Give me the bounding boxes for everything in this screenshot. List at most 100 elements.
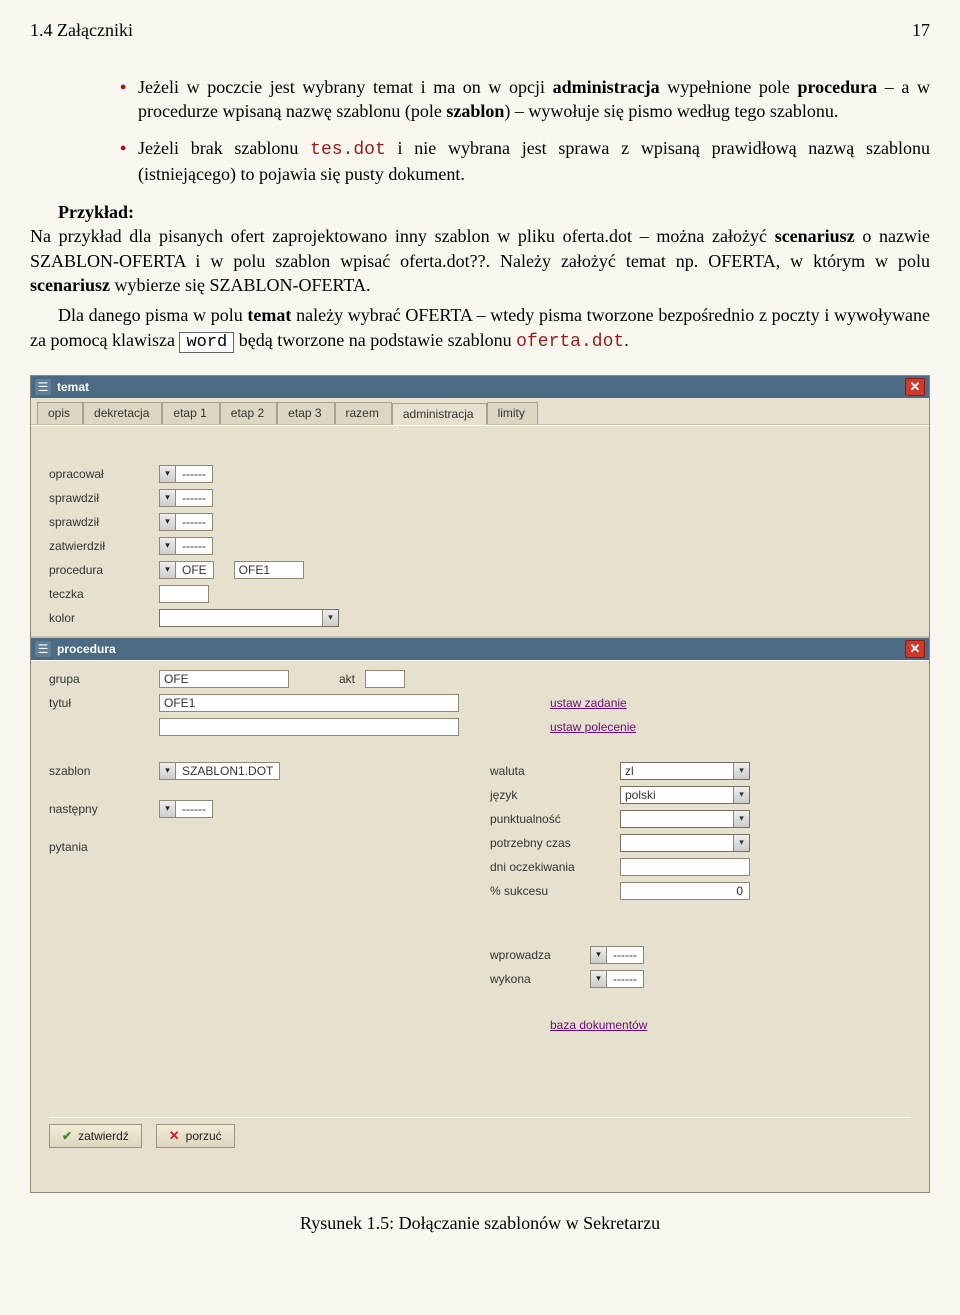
- combo-procedura[interactable]: OFE: [159, 561, 214, 579]
- label-sprawdzil2: sprawdził: [49, 515, 159, 529]
- bold: scenariusz: [775, 226, 855, 246]
- label-sprawdzil1: sprawdził: [49, 491, 159, 505]
- text: OFE: [164, 672, 189, 686]
- input-procedura2[interactable]: OFE1: [234, 561, 304, 579]
- combo-nastepny[interactable]: ------: [159, 800, 213, 818]
- chevron-down-icon: [322, 610, 338, 626]
- input-grupa[interactable]: OFE: [159, 670, 289, 688]
- chevron-down-icon: [733, 787, 749, 803]
- combo-wprowadza[interactable]: ------: [590, 946, 644, 964]
- text: 0: [736, 884, 743, 898]
- select-kolor[interactable]: [159, 609, 339, 627]
- chevron-down-icon: [591, 947, 607, 963]
- button-row: ✔ zatwierdź ✕ porzuć: [49, 1117, 911, 1148]
- combo-opracowal[interactable]: ------: [159, 465, 213, 483]
- text: zatwierdź: [78, 1129, 129, 1143]
- word-key: word: [179, 332, 234, 353]
- tab-dekretacja[interactable]: dekretacja: [83, 402, 162, 424]
- label-jezyk: język: [490, 788, 620, 802]
- bullet-item-2: Jeżeli brak szablonu tes.dot i nie wybra…: [120, 136, 930, 187]
- label-czas: potrzebny czas: [490, 836, 620, 850]
- procedura-title: procedura: [57, 642, 116, 656]
- chevron-down-icon: [160, 763, 176, 779]
- combo-sprawdzil2[interactable]: ------: [159, 513, 213, 531]
- label-dni: dni oczekiwania: [490, 860, 620, 874]
- combo-szablon[interactable]: SZABLON1.DOT: [159, 762, 280, 780]
- label-teczka: teczka: [49, 587, 159, 601]
- input-akt[interactable]: [365, 670, 405, 688]
- procedura-window: ☰ procedura ✕ grupa OFE akt: [31, 636, 929, 1170]
- figure-caption: Rysunek 1.5: Dołączanie szablonów w Sekr…: [30, 1213, 930, 1234]
- label-waluta: waluta: [490, 764, 620, 778]
- tab-etap3[interactable]: etap 3: [277, 402, 334, 424]
- bold: scenariusz: [30, 275, 110, 295]
- chevron-down-icon: [160, 538, 176, 554]
- combo-wykona[interactable]: ------: [590, 970, 644, 988]
- page-number: 17: [912, 20, 930, 41]
- select-waluta[interactable]: zl: [620, 762, 750, 780]
- label-sukces: % sukcesu: [490, 884, 620, 898]
- procedura-titlebar: ☰ procedura ✕: [31, 638, 929, 660]
- label-akt: akt: [339, 672, 355, 686]
- chevron-down-icon: [160, 514, 176, 530]
- tab-opis[interactable]: opis: [37, 402, 83, 424]
- combo-zatwierdzil[interactable]: ------: [159, 537, 213, 555]
- tab-etap2[interactable]: etap 2: [220, 402, 277, 424]
- text: Jeżeli brak szablonu: [138, 138, 310, 158]
- text: polski: [625, 788, 733, 802]
- temat-body: opracował ------ sprawdził ------ sprawd…: [31, 425, 929, 1192]
- text: Jeżeli w poczcie jest wybrany temat i ma…: [138, 77, 553, 97]
- app-icon: ☰: [35, 379, 51, 395]
- chevron-down-icon: [160, 801, 176, 817]
- temat-tabs: opis dekretacja etap 1 etap 2 etap 3 raz…: [31, 398, 929, 425]
- combo-sprawdzil1[interactable]: ------: [159, 489, 213, 507]
- tab-razem[interactable]: razem: [335, 402, 392, 424]
- text: Na przykład dla pisanych ofert zaprojekt…: [30, 226, 775, 246]
- close-icon[interactable]: ✕: [905, 640, 925, 658]
- tab-administracja[interactable]: administracja: [392, 403, 487, 425]
- example-block-2: Dla danego pisma w polu temat należy wyb…: [30, 303, 930, 354]
- chevron-down-icon: [733, 811, 749, 827]
- text: OFE1: [164, 696, 195, 710]
- link-ustaw-polecenie[interactable]: ustaw polecenie: [550, 720, 636, 734]
- x-icon: ✕: [169, 1128, 180, 1144]
- close-icon[interactable]: ✕: [905, 378, 925, 396]
- text: Dla danego pisma w polu: [58, 305, 247, 325]
- chevron-down-icon: [160, 466, 176, 482]
- temat-title: temat: [57, 380, 89, 394]
- input-tytul[interactable]: OFE1: [159, 694, 459, 712]
- chevron-down-icon: [591, 971, 607, 987]
- link-baza-dokumentow[interactable]: baza dokumentów: [550, 1018, 647, 1032]
- input-sukces[interactable]: 0: [620, 882, 750, 900]
- check-icon: ✔: [62, 1129, 72, 1143]
- link-ustaw-zadanie[interactable]: ustaw zadanie: [550, 696, 627, 710]
- bold: procedura: [797, 77, 877, 97]
- text: wypełnione pole: [660, 77, 798, 97]
- label-grupa: grupa: [49, 672, 159, 686]
- input-tytul2[interactable]: [159, 718, 459, 736]
- input-dni[interactable]: [620, 858, 750, 876]
- select-jezyk[interactable]: polski: [620, 786, 750, 804]
- text: porzuć: [186, 1129, 222, 1143]
- label-szablon: szablon: [49, 764, 159, 778]
- bold: administracja: [553, 77, 660, 97]
- label-wykona: wykona: [490, 972, 590, 986]
- input-teczka[interactable]: [159, 585, 209, 603]
- confirm-button[interactable]: ✔ zatwierdź: [49, 1124, 142, 1148]
- temat-window: ☰ temat ✕ opis dekretacja etap 1 etap 2 …: [30, 375, 930, 1193]
- mono: oferta.dot: [516, 332, 624, 352]
- tab-limity[interactable]: limity: [487, 402, 538, 424]
- select-punktualnosc[interactable]: [620, 810, 750, 828]
- bold: temat: [247, 305, 291, 325]
- label-punktualnosc: punktualność: [490, 812, 620, 826]
- label-procedura: procedura: [49, 563, 159, 577]
- bold: szablon: [446, 101, 504, 121]
- cancel-button[interactable]: ✕ porzuć: [156, 1124, 235, 1148]
- text: wybierze się SZABLON-OFERTA.: [110, 275, 370, 295]
- chevron-down-icon: [733, 763, 749, 779]
- select-czas[interactable]: [620, 834, 750, 852]
- tab-etap1[interactable]: etap 1: [162, 402, 219, 424]
- chevron-down-icon: [733, 835, 749, 851]
- app-icon: ☰: [35, 641, 51, 657]
- procedura-body: grupa OFE akt tytuł OFE1: [31, 660, 929, 1170]
